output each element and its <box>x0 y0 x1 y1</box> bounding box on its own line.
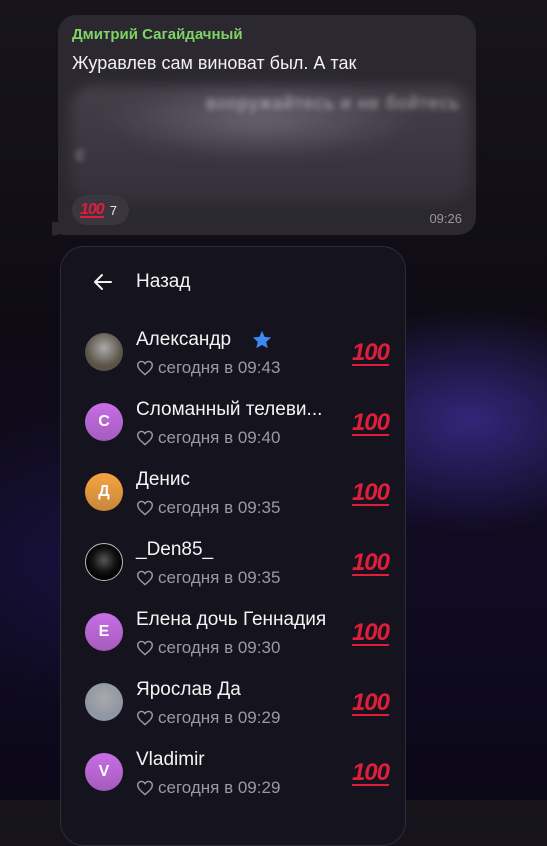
back-label[interactable]: Назад <box>136 271 190 293</box>
reaction-time: сегодня в 09:29 <box>136 778 280 798</box>
hundred-points-icon: 100 <box>80 201 105 218</box>
blurred-line: с <box>76 144 86 164</box>
reaction-time-text: сегодня в 09:29 <box>158 778 281 797</box>
message-sender[interactable]: Дмитрий Сагайдачный <box>72 26 462 43</box>
avatar[interactable] <box>85 683 123 721</box>
hundred-points-icon: 100 <box>351 689 390 716</box>
reaction-chip[interactable]: 100 7 <box>72 195 129 225</box>
user-name: Ярослав Да <box>136 679 241 700</box>
reaction-time: сегодня в 09:35 <box>136 498 280 518</box>
reactions-panel: Назад Александр сегодня в 09:43 100 С Сломан… <box>60 246 406 846</box>
reaction-user-row[interactable]: V Vladimir сегодня в 09:29 100 <box>61 737 407 807</box>
reaction-user-row[interactable]: _Den85_ сегодня в 09:35 100 <box>61 527 407 597</box>
avatar[interactable] <box>85 333 123 371</box>
avatar[interactable]: Д <box>85 473 123 511</box>
user-name: Елена дочь Геннадия <box>136 609 327 630</box>
back-arrow-icon[interactable] <box>91 270 115 294</box>
hundred-points-icon: 100 <box>351 759 390 786</box>
reaction-time-text: сегодня в 09:35 <box>158 498 281 517</box>
heart-icon <box>136 640 154 656</box>
reaction-count: 7 <box>109 202 117 218</box>
user-name: Александр <box>136 329 232 350</box>
hundred-points-icon: 100 <box>351 409 390 436</box>
heart-icon <box>136 360 154 376</box>
hundred-points-icon: 100 <box>351 619 390 646</box>
reaction-user-row[interactable]: Александр сегодня в 09:43 100 <box>61 317 407 387</box>
user-name: Денис <box>136 469 191 490</box>
reaction-time: сегодня в 09:40 <box>136 428 280 448</box>
reaction-time: сегодня в 09:29 <box>136 708 280 728</box>
reaction-user-row[interactable]: С Сломанный телеви... сегодня в 09:40 100 <box>61 387 407 457</box>
reaction-time-text: сегодня в 09:29 <box>158 708 281 727</box>
reaction-time-text: сегодня в 09:43 <box>158 358 281 377</box>
message-text: Журавлев сам виноват был. А так <box>72 53 357 73</box>
user-name: Сломанный телеви... <box>136 399 323 420</box>
heart-icon <box>136 500 154 516</box>
reaction-user-row[interactable]: Е Елена дочь Геннадия сегодня в 09:30 100 <box>61 597 407 667</box>
hundred-points-icon: 100 <box>351 479 390 506</box>
heart-icon <box>136 570 154 586</box>
reaction-time-text: сегодня в 09:30 <box>158 638 281 657</box>
heart-icon <box>136 780 154 796</box>
avatar[interactable]: С <box>85 403 123 441</box>
blurred-line: вооружайтесь и не бойтесь <box>206 93 460 113</box>
hundred-points-icon: 100 <box>351 339 390 366</box>
heart-icon <box>136 710 154 726</box>
panel-header[interactable]: Назад <box>61 247 405 317</box>
reaction-user-row[interactable]: Д Денис сегодня в 09:35 100 <box>61 457 407 527</box>
message-bubble[interactable]: Дмитрий Сагайдачный Журавлев сам виноват… <box>58 15 476 235</box>
blurred-text: вооружайтесь и не бойтесь с <box>76 93 460 165</box>
reaction-user-row[interactable]: Ярослав Да сегодня в 09:29 100 <box>61 667 407 737</box>
reaction-time: сегодня в 09:43 <box>136 358 280 378</box>
avatar[interactable] <box>85 543 123 581</box>
hundred-points-icon: 100 <box>351 549 390 576</box>
reaction-time: сегодня в 09:30 <box>136 638 280 658</box>
message-time: 09:26 <box>429 211 462 226</box>
heart-icon <box>136 430 154 446</box>
reaction-time: сегодня в 09:35 <box>136 568 280 588</box>
star-icon <box>252 330 272 349</box>
avatar[interactable]: Е <box>85 613 123 651</box>
user-name: _Den85_ <box>136 539 214 560</box>
reaction-time-text: сегодня в 09:40 <box>158 428 281 447</box>
user-name: Vladimir <box>136 749 205 770</box>
reaction-time-text: сегодня в 09:35 <box>158 568 281 587</box>
avatar[interactable]: V <box>85 753 123 791</box>
